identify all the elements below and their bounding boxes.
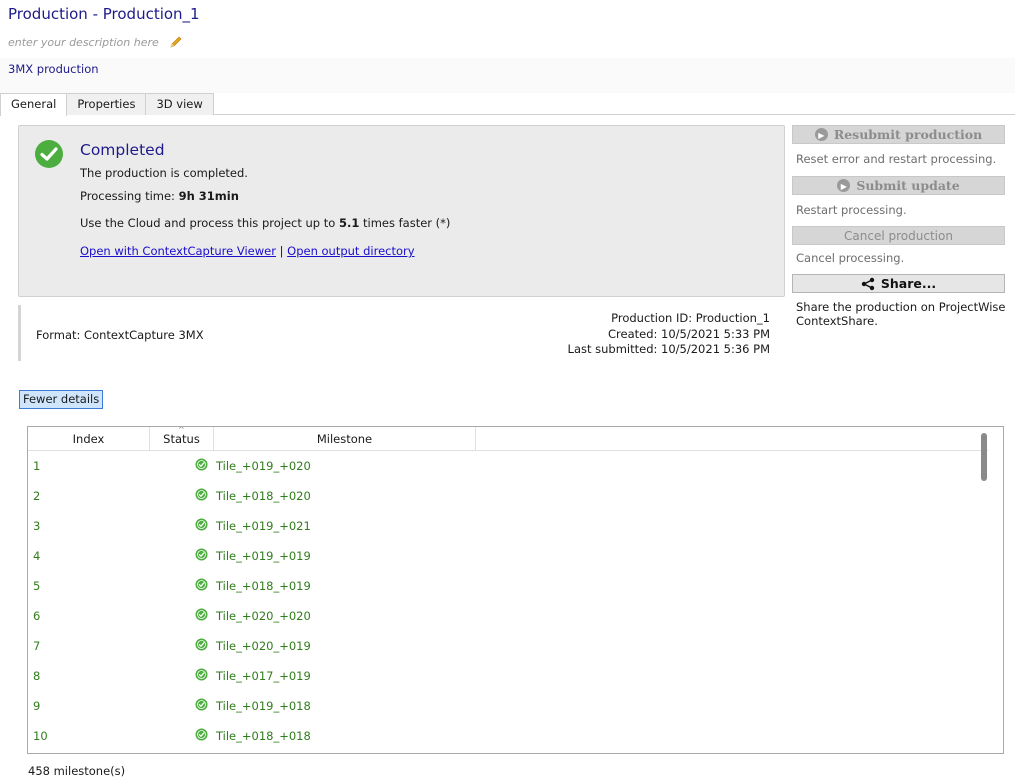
milestone-count: 458 milestone(s) (28, 764, 126, 778)
completed-check-icon (35, 140, 63, 168)
format-label: Format: ContextCapture 3MX (36, 328, 204, 342)
production-type: 3MX production (8, 62, 99, 76)
last-submitted-date: Last submitted: 10/5/2021 5:36 PM (567, 342, 770, 356)
milestones-table: Index ^ Status Milestone 1 Tile_+019_+020… (27, 426, 1004, 754)
sort-ascending-icon: ^ (178, 426, 185, 434)
cloud-hint: Use the Cloud and process this project u… (80, 216, 450, 230)
created-date: Created: 10/5/2021 5:33 PM (608, 326, 770, 341)
processing-time: Processing time: 9h 31min (80, 189, 239, 203)
status-ok-icon (195, 548, 208, 561)
share-label: Share... (880, 276, 937, 291)
row-milestone: Tile_+020_+020 (216, 609, 311, 623)
share-description: Share the production on ProjectWise Cont… (796, 300, 1006, 328)
table-row[interactable]: 9 Tile_+019_+018 (28, 691, 978, 721)
column-header-status-label: Status (163, 432, 200, 446)
row-milestone: Tile_+018_+019 (216, 579, 311, 593)
row-index: 1 (33, 459, 41, 473)
column-header-milestone[interactable]: Milestone (214, 427, 476, 451)
arrow-right-circle-icon: ▶ (814, 128, 828, 141)
column-header-status[interactable]: ^ Status (150, 427, 214, 451)
cancel-label: Cancel production (844, 228, 953, 243)
cloud-hint-post: times faster (*) (359, 216, 451, 230)
table-row[interactable]: 7 Tile_+020_+019 (28, 631, 978, 661)
table-row[interactable]: 1 Tile_+019_+020 (28, 451, 978, 481)
tab-bar: General Properties 3D view (0, 93, 1015, 116)
table-row[interactable]: 6 Tile_+020_+020 (28, 601, 978, 631)
arrow-right-circle-icon: ▶ (837, 179, 851, 192)
status-ok-icon (195, 668, 208, 681)
header-band (0, 58, 1015, 93)
link-separator: | (279, 244, 284, 258)
open-output-directory-link[interactable]: Open output directory (287, 244, 414, 258)
submit-update-label: Submit update (856, 178, 960, 193)
processing-time-label: Processing time: (80, 189, 179, 203)
table-row[interactable]: 8 Tile_+017_+019 (28, 661, 978, 691)
page-title: Production - Production_1 (8, 5, 200, 23)
cancel-production-button[interactable]: Cancel production (792, 226, 1005, 245)
table-row[interactable]: 4 Tile_+019_+019 (28, 541, 978, 571)
row-index: 10 (33, 729, 48, 743)
share-button[interactable]: Share... (792, 274, 1005, 293)
vertical-scrollbar[interactable] (981, 433, 987, 481)
status-links: Open with ContextCapture Viewer | Open o… (80, 244, 415, 258)
fewer-details-button[interactable]: Fewer details (19, 390, 104, 409)
row-index: 2 (33, 489, 41, 503)
status-title: Completed (80, 141, 165, 159)
table-header: Index ^ Status Milestone (28, 427, 988, 451)
production-id: Production ID: Production_1 (611, 311, 770, 325)
row-milestone: Tile_+019_+021 (216, 519, 311, 533)
status-ok-icon (195, 488, 208, 501)
pencil-icon[interactable] (169, 35, 183, 49)
production-meta: Production ID: Production_1 Created: 10/… (568, 311, 770, 358)
row-milestone: Tile_+019_+020 (216, 459, 311, 473)
row-index: 3 (33, 519, 41, 533)
row-milestone: Tile_+018_+020 (216, 489, 311, 503)
row-milestone: Tile_+019_+019 (216, 549, 311, 563)
status-ok-icon (195, 608, 208, 621)
table-row[interactable]: 3 Tile_+019_+021 (28, 511, 978, 541)
row-index: 6 (33, 609, 41, 623)
resubmit-label: Resubmit production (833, 127, 983, 142)
status-ok-icon (195, 578, 208, 591)
row-index: 7 (33, 639, 41, 653)
column-header-index[interactable]: Index (28, 427, 150, 451)
row-index: 4 (33, 549, 41, 563)
row-index: 5 (33, 579, 41, 593)
table-row[interactable]: 10 Tile_+018_+018 (28, 721, 978, 751)
tab-3d-view[interactable]: 3D view (145, 93, 214, 115)
description-field[interactable]: enter your description here (8, 35, 183, 49)
status-ok-icon (195, 638, 208, 651)
row-milestone: Tile_+018_+018 (216, 729, 311, 743)
status-ok-icon (195, 698, 208, 711)
row-index: 9 (33, 699, 41, 713)
tab-properties[interactable]: Properties (66, 93, 147, 115)
resubmit-production-button[interactable]: ▶ Resubmit production (792, 125, 1005, 144)
status-ok-icon (195, 518, 208, 531)
status-ok-icon (195, 458, 208, 471)
row-milestone: Tile_+020_+019 (216, 639, 311, 653)
open-viewer-link[interactable]: Open with ContextCapture Viewer (80, 244, 276, 258)
description-placeholder: enter your description here (8, 35, 159, 49)
tab-general[interactable]: General (0, 93, 68, 116)
row-milestone: Tile_+017_+019 (216, 669, 311, 683)
cloud-factor: 5.1 (338, 216, 360, 230)
table-row[interactable]: 2 Tile_+018_+020 (28, 481, 978, 511)
table-row[interactable]: 5 Tile_+018_+019 (28, 571, 978, 601)
submit-update-description: Restart processing. (796, 203, 907, 217)
resubmit-description: Reset error and restart processing. (796, 152, 997, 166)
processing-time-value: 9h 31min (178, 189, 239, 203)
submit-update-button[interactable]: ▶ Submit update (792, 176, 1005, 195)
status-message: The production is completed. (80, 166, 248, 180)
cloud-hint-pre: Use the Cloud and process this project u… (80, 216, 339, 230)
row-milestone: Tile_+019_+018 (216, 699, 311, 713)
status-ok-icon (195, 728, 208, 741)
cancel-description: Cancel processing. (796, 251, 905, 265)
row-index: 8 (33, 669, 41, 683)
share-icon (861, 277, 875, 290)
